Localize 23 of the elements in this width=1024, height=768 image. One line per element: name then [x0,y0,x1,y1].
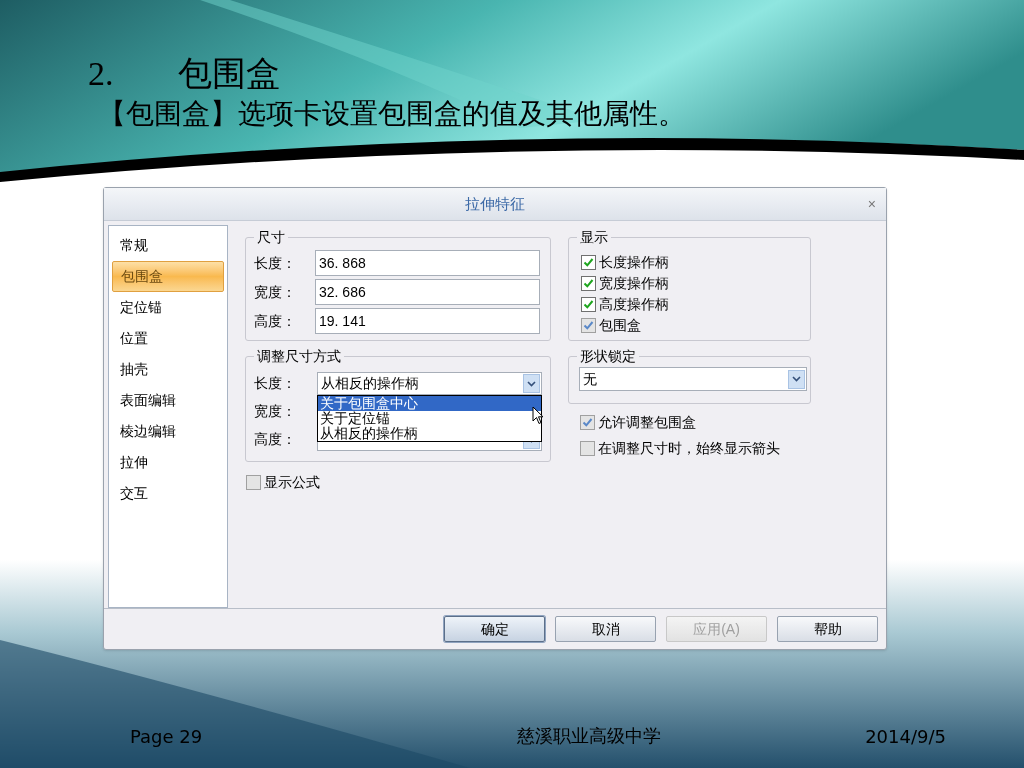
checkbox-label: 高度操作柄 [599,295,669,315]
field-label: 长度： [254,253,297,273]
checkbox-label: 在调整尺寸时，始终显示箭头 [598,439,780,459]
field-label: 长度： [254,374,297,394]
checkbox-label: 包围盒 [599,316,641,336]
slide-number: 2. [88,54,114,94]
checkbox-label: 显示公式 [264,473,320,493]
slide-subtitle: 【包围盒】选项卡设置包围盒的值及其他属性。 [97,97,687,131]
checkbox-label: 宽度操作柄 [599,274,669,294]
dropdown-value: 无 [583,369,597,389]
field-label: 宽度： [254,282,297,302]
slide-title: 包围盒 [177,54,280,94]
footer-school: 慈溪职业高级中学 [516,724,661,748]
field-label: 高度： [254,430,297,450]
dropdown-value: 从相反的操作柄 [321,374,419,394]
field-label: 高度： [254,311,297,331]
checkbox-label: 长度操作柄 [599,253,669,273]
checkbox-label: 允许调整包围盒 [598,413,696,433]
page-number: Page 29 [130,724,203,749]
group-title: 形状锁定 [577,346,639,367]
field-label: 宽度： [254,402,297,422]
footer-date: 2014/9/5 [865,724,946,749]
window-title: 拉伸特征 [465,193,525,214]
